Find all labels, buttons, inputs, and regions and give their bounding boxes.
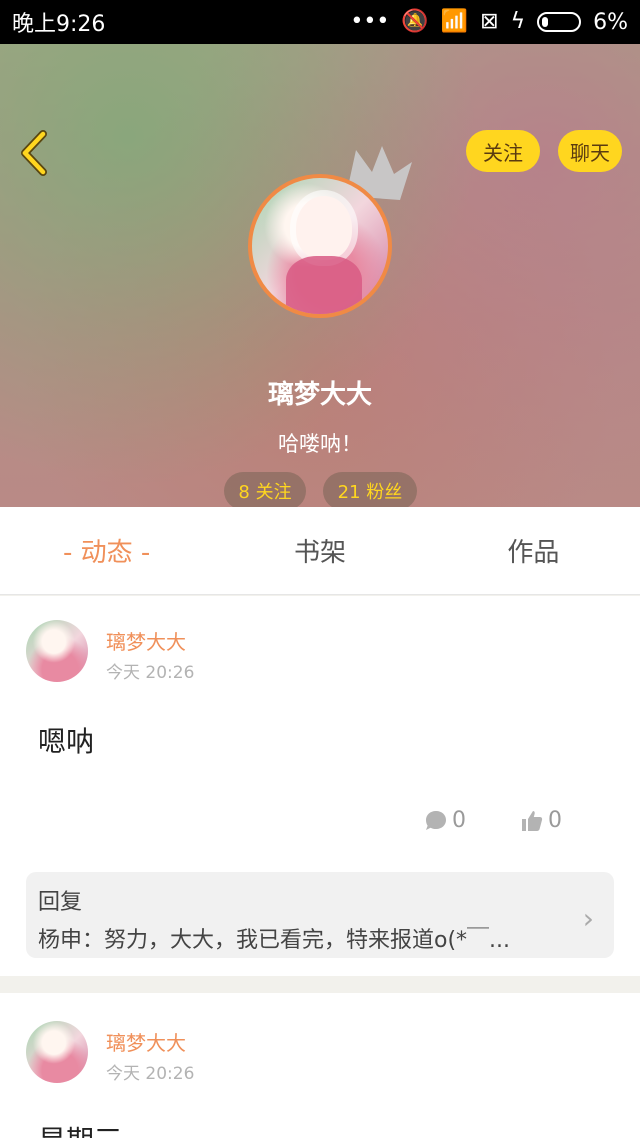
profile-tabs: - 动态 - 书架 作品 — [0, 507, 640, 595]
comment-icon — [426, 810, 446, 830]
comment-count: 0 — [452, 808, 466, 833]
back-button[interactable] — [14, 128, 54, 178]
app-root: 晚上9:26 ••• 🔕 📶 ⊠ ϟ 6% 关注 聊天 璃梦大大 哈喽呐！ 8 … — [0, 0, 640, 1138]
bell-muted-icon: 🔕 — [401, 9, 429, 34]
post-content: 星期三 — [38, 1119, 122, 1138]
reply-preview[interactable]: 回复 杨申：努力，大大，我已看完，特来报道o(*￣... › — [26, 872, 614, 958]
avatar[interactable] — [26, 1021, 88, 1083]
post-author[interactable]: 璃梦大大 — [106, 626, 186, 655]
chevron-right-icon: › — [582, 902, 594, 935]
post-time: 今天 20:26 — [106, 1064, 195, 1084]
post-card[interactable]: 璃梦大大 今天 20:26 星期三 — [0, 993, 640, 1138]
post-card[interactable]: 璃梦大大 今天 20:26 嗯呐 0 0 回复 杨申：努力，大大，我已看完，特来… — [0, 596, 640, 976]
following-count[interactable]: 8 关注 — [224, 472, 306, 510]
thumbs-up-icon — [522, 810, 543, 831]
like-count: 0 — [548, 808, 562, 833]
comment-button[interactable]: 0 — [424, 808, 466, 833]
status-bar: 晚上9:26 ••• 🔕 📶 ⊠ ϟ 6% — [0, 0, 640, 44]
like-button[interactable]: 0 — [520, 808, 562, 833]
tab-bookshelf[interactable]: 书架 — [213, 507, 426, 594]
chevron-left-icon — [21, 130, 47, 176]
more-dots-icon: ••• — [350, 9, 390, 34]
fans-count[interactable]: 21 粉丝 — [323, 472, 417, 510]
avatar[interactable] — [26, 620, 88, 682]
battery-percent: 6% — [593, 9, 628, 35]
tab-dynamics[interactable]: - 动态 - — [0, 507, 213, 594]
profile-name: 璃梦大大 — [267, 380, 372, 410]
profile-header: 关注 聊天 璃梦大大 哈喽呐！ 8 关注 21 粉丝 — [0, 44, 640, 510]
sim-icon: ⊠ — [480, 9, 499, 34]
reply-text: 杨申：努力，大大，我已看完，特来报道o(*￣... — [38, 928, 511, 953]
post-content: 嗯呐 — [38, 725, 95, 758]
chat-button[interactable]: 聊天 — [558, 130, 622, 172]
status-time: 晚上9:26 — [12, 12, 106, 37]
tab-works[interactable]: 作品 — [427, 507, 640, 594]
battery-icon — [537, 12, 582, 32]
follow-button[interactable]: 关注 — [466, 130, 540, 172]
avatar-image — [248, 174, 392, 318]
profile-bio: 哈喽呐！ — [278, 432, 362, 456]
wifi-icon: 📶 — [440, 9, 469, 34]
reply-title: 回复 — [38, 890, 83, 915]
status-icons: ••• 🔕 📶 ⊠ ϟ 6% — [350, 10, 628, 35]
post-author[interactable]: 璃梦大大 — [106, 1027, 186, 1056]
profile-avatar[interactable] — [248, 174, 392, 318]
charging-icon: ϟ — [510, 9, 526, 34]
post-time: 今天 20:26 — [106, 663, 195, 683]
